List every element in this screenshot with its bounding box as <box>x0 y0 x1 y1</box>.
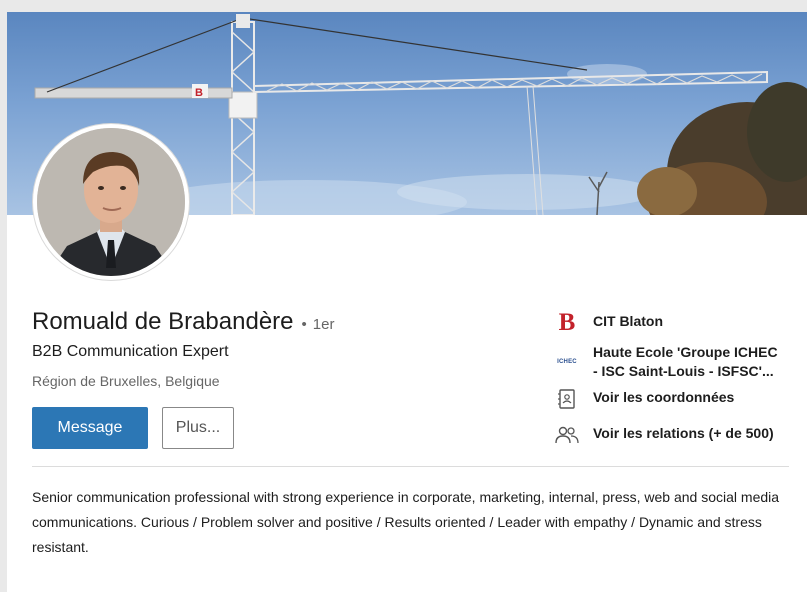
connection-degree: 1er <box>312 316 335 333</box>
profile-location: Région de Bruxelles, Belgique <box>32 373 220 389</box>
sidebar-item-school[interactable]: ICHEC Haute Ecole 'Groupe ICHEC - ISC Sa… <box>555 343 778 381</box>
school-logo-text: ICHEC <box>557 359 577 365</box>
profile-headline: B2B Communication Expert <box>32 343 229 360</box>
ichec-logo-icon: ICHEC <box>555 351 579 373</box>
message-button[interactable]: Message <box>32 407 148 449</box>
profile-photo <box>37 128 185 276</box>
section-divider <box>32 466 789 467</box>
cit-blaton-logo-icon: B <box>555 309 579 336</box>
school-name-line1: Haute Ecole 'Groupe ICHEC <box>593 344 778 360</box>
sidebar-item-company[interactable]: B CIT Blaton <box>555 309 663 336</box>
profile-name: Romuald de Brabandère <box>32 308 294 335</box>
profile-card: B Romuald de Brabandère • 1er B2B Commun… <box>7 12 807 592</box>
more-button[interactable]: Plus... <box>162 407 234 449</box>
school-name-line2: - ISC Saint-Louis - ISFSC'... <box>593 363 774 379</box>
sidebar-item-contact[interactable]: Voir les coordonnées <box>555 388 734 410</box>
avatar[interactable] <box>37 128 185 276</box>
connections-link[interactable]: Voir les relations (+ de 500) <box>593 424 774 443</box>
company-name[interactable]: CIT Blaton <box>593 312 663 331</box>
degree-separator: • <box>301 316 307 333</box>
name-row: Romuald de Brabandère • 1er <box>32 308 334 336</box>
avatar-frame[interactable] <box>33 124 189 280</box>
people-icon <box>555 424 579 446</box>
contact-card-icon <box>555 388 579 410</box>
school-name[interactable]: Haute Ecole 'Groupe ICHEC - ISC Saint-Lo… <box>593 343 778 381</box>
sidebar-item-connections[interactable]: Voir les relations (+ de 500) <box>555 424 774 446</box>
contact-info-link[interactable]: Voir les coordonnées <box>593 388 734 407</box>
company-logo-letter: B <box>558 309 576 336</box>
about-summary: Senior communication professional with s… <box>32 489 780 555</box>
svg-text:B: B <box>195 87 203 99</box>
